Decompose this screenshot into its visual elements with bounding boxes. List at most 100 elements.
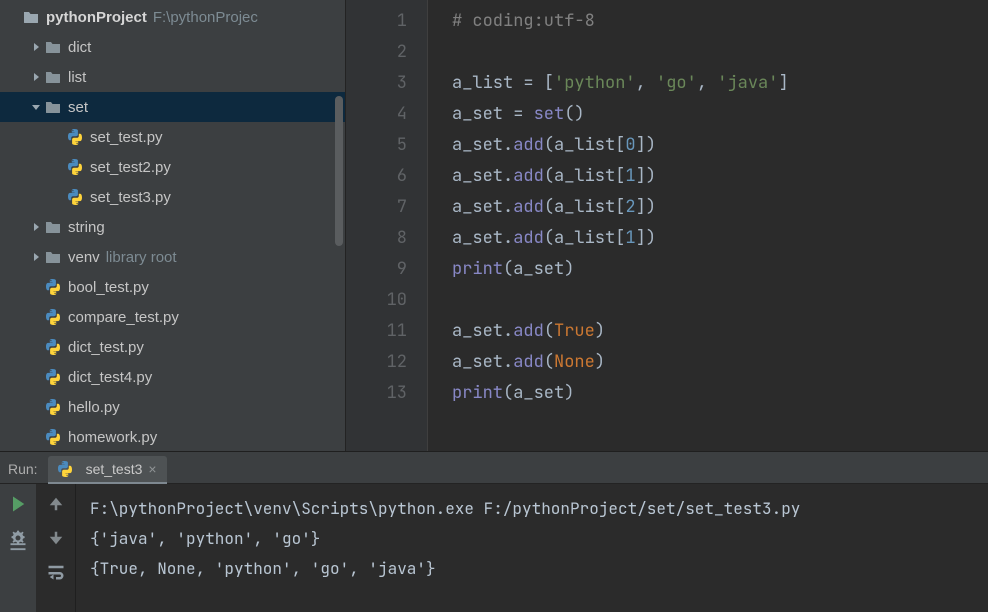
tree-file[interactable]: hello.py	[0, 392, 345, 422]
tree-folder[interactable]: list	[0, 62, 345, 92]
tree-file[interactable]: dict_test4.py	[0, 362, 345, 392]
project-icon	[22, 8, 40, 26]
down-arrow-icon[interactable]	[46, 528, 66, 548]
python-file-icon	[66, 158, 84, 176]
arrow-spacer	[28, 399, 44, 415]
line-number: 4	[397, 99, 407, 130]
arrow-spacer	[28, 369, 44, 385]
python-file-icon	[44, 428, 62, 446]
python-file-icon	[66, 128, 84, 146]
tree-folder[interactable]: set	[0, 92, 345, 122]
chevron-right-icon[interactable]	[28, 219, 44, 235]
run-toolbar-secondary	[36, 484, 76, 612]
tree-item-label: pythonProject	[46, 9, 147, 26]
console-line: F:\pythonProject\venv\Scripts\python.exe…	[90, 494, 988, 524]
line-number: 10	[387, 285, 407, 316]
top-split: pythonProjectF:\pythonProjec dict list set s…	[0, 0, 988, 451]
line-number: 7	[397, 192, 407, 223]
tree-file[interactable]: set_test3.py	[0, 182, 345, 212]
soft-wrap-icon[interactable]	[46, 562, 66, 582]
chevron-right-icon[interactable]	[28, 69, 44, 85]
folder-icon	[44, 218, 62, 236]
tree-item-label: homework.py	[68, 429, 157, 446]
tree-item-label: compare_test.py	[68, 309, 179, 326]
code-line[interactable]: a_set.add(a_list[2])	[452, 192, 988, 223]
line-number: 11	[387, 316, 407, 347]
code-line[interactable]: print(a_set)	[452, 378, 988, 409]
tree-folder[interactable]: dict	[0, 32, 345, 62]
arrow-spacer	[28, 339, 44, 355]
close-icon[interactable]: ×	[148, 461, 156, 477]
tree-item-label: list	[68, 69, 86, 86]
more-vert-icon[interactable]	[8, 537, 28, 557]
line-number: 9	[397, 254, 407, 285]
chevron-right-icon[interactable]	[28, 39, 44, 55]
tree-item-label: venv	[68, 249, 100, 266]
run-toolbar-primary	[0, 484, 36, 612]
python-file-icon	[44, 308, 62, 326]
line-number-gutter: 12345678910111213	[346, 0, 428, 451]
console-output[interactable]: F:\pythonProject\venv\Scripts\python.exe…	[76, 484, 988, 612]
code-line[interactable]: a_list = ['python', 'go', 'java']	[452, 68, 988, 99]
code-line[interactable]	[452, 285, 988, 316]
tree-file[interactable]: set_test.py	[0, 122, 345, 152]
code-line[interactable]: a_set.add(None)	[452, 347, 988, 378]
ide-root: pythonProjectF:\pythonProjec dict list set s…	[0, 0, 988, 612]
line-number: 1	[397, 6, 407, 37]
line-number: 5	[397, 130, 407, 161]
tree-item-label: set_test.py	[90, 129, 163, 146]
run-tab-label: set_test3	[86, 461, 143, 477]
code-line[interactable]: print(a_set)	[452, 254, 988, 285]
tree-item-label: dict_test4.py	[68, 369, 152, 386]
tree-item-label: dict	[68, 39, 91, 56]
tree-file[interactable]: compare_test.py	[0, 302, 345, 332]
python-file-icon	[44, 278, 62, 296]
code-editor[interactable]: 12345678910111213 # coding:utf-8a_list =…	[346, 0, 988, 451]
line-number: 12	[387, 347, 407, 378]
folder-icon	[44, 98, 62, 116]
code-line[interactable]: a_set.add(a_list[1])	[452, 161, 988, 192]
run-header: Run: set_test3 ×	[0, 452, 988, 484]
console-line: {True, None, 'python', 'go', 'java'}	[90, 554, 988, 584]
tree-file[interactable]: set_test2.py	[0, 152, 345, 182]
code-area[interactable]: # coding:utf-8 a_list = ['python', 'go', …	[428, 0, 988, 451]
up-arrow-icon[interactable]	[46, 494, 66, 514]
tree-item-label: set_test3.py	[90, 189, 171, 206]
python-file-icon	[56, 460, 74, 478]
tree-file[interactable]: homework.py	[0, 422, 345, 451]
run-body: F:\pythonProject\venv\Scripts\python.exe…	[0, 484, 988, 612]
code-line[interactable]: a_set.add(a_list[0])	[452, 130, 988, 161]
folder-icon	[44, 248, 62, 266]
run-tab[interactable]: set_test3 ×	[48, 456, 167, 484]
arrow-spacer	[28, 309, 44, 325]
chevron-down-icon[interactable]	[28, 99, 44, 115]
arrow-spacer	[28, 429, 44, 445]
arrow-spacer	[28, 279, 44, 295]
code-line[interactable]: a_set = set()	[452, 99, 988, 130]
chevron-right-icon[interactable]	[28, 249, 44, 265]
code-line[interactable]: a_set.add(True)	[452, 316, 988, 347]
rerun-icon[interactable]	[8, 494, 28, 514]
arrow-spacer	[50, 129, 66, 145]
line-number: 2	[397, 37, 407, 68]
tree-scrollbar-thumb[interactable]	[335, 96, 343, 246]
folder-icon	[44, 68, 62, 86]
tree-project-root[interactable]: pythonProjectF:\pythonProjec	[0, 2, 345, 32]
line-number: 3	[397, 68, 407, 99]
tree-file[interactable]: dict_test.py	[0, 332, 345, 362]
run-tool-window: Run: set_test3 ×	[0, 451, 988, 612]
code-line[interactable]	[452, 37, 988, 68]
code-line[interactable]: a_set.add(a_list[1])	[452, 223, 988, 254]
python-file-icon	[44, 338, 62, 356]
tree-folder[interactable]: string	[0, 212, 345, 242]
tree-folder[interactable]: venv library root	[0, 242, 345, 272]
python-file-icon	[44, 368, 62, 386]
python-file-icon	[66, 188, 84, 206]
tree-file[interactable]: bool_test.py	[0, 272, 345, 302]
python-file-icon	[44, 398, 62, 416]
code-line[interactable]: # coding:utf-8	[452, 6, 988, 37]
project-tree[interactable]: pythonProjectF:\pythonProjec dict list set s…	[0, 0, 346, 451]
tree-item-label: bool_test.py	[68, 279, 149, 296]
tree-item-detail: library root	[106, 249, 177, 266]
tree-item-label: dict_test.py	[68, 339, 144, 356]
